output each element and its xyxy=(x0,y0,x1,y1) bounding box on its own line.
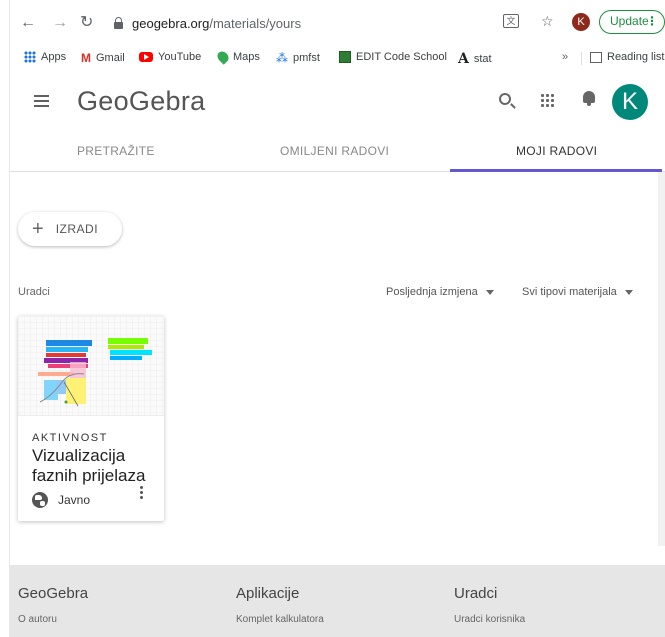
footer-link[interactable]: Komplet kalkulatora xyxy=(236,614,324,625)
maps-icon xyxy=(215,49,231,65)
tab-omiljeni-radovi[interactable]: OMILJENI RADOVI xyxy=(280,144,389,158)
visibility-label: Javno xyxy=(58,493,91,507)
bookmarks-bar: Apps M Gmail YouTube Maps ⁂ pmfst EDIT Cod… xyxy=(0,46,665,70)
globe-icon xyxy=(32,492,48,508)
tab-bar: PRETRAŽITE OMILJENI RADOVI MOJI RADOVI xyxy=(0,132,665,172)
footer-link[interactable]: Uradci korisnika xyxy=(454,614,525,625)
dropdown-arrow-icon xyxy=(624,289,633,295)
footer-title: Uradci xyxy=(454,585,498,602)
bookmark-gmail[interactable]: M Gmail xyxy=(81,51,125,65)
youtube-icon xyxy=(139,52,153,62)
page: ← → ↻ geogebra.org/materials/yours 文 ☆ K… xyxy=(0,0,665,637)
bell-icon[interactable] xyxy=(583,91,595,106)
footer-column-geogebra: GeoGebra O autoru xyxy=(18,585,88,625)
active-tab-indicator xyxy=(450,169,662,172)
material-type-dropdown[interactable]: Svi tipovi materijala xyxy=(522,286,633,298)
browser-toolbar: ← → ↻ geogebra.org/materials/yours 文 ☆ K… xyxy=(0,0,665,46)
gmail-icon: M xyxy=(81,51,91,65)
material-card[interactable]: AKTIVNOST Vizualizacija faznih prijelaza… xyxy=(18,316,164,521)
bookmarks-divider xyxy=(581,52,582,65)
bookmark-maps[interactable]: Maps xyxy=(215,49,260,65)
pmfst-icon: ⁂ xyxy=(276,51,288,65)
footer-title: Aplikacije xyxy=(236,585,300,602)
edit-code-school-icon xyxy=(339,51,351,63)
bookmark-stat[interactable]: Astat xyxy=(458,51,492,67)
material-type: AKTIVNOST xyxy=(32,432,108,444)
footer-column-uradci: Uradci Uradci korisnika xyxy=(454,585,525,625)
footer-column-aplikacije: Aplikacije Komplet kalkulatora xyxy=(236,585,324,625)
reading-list-icon xyxy=(590,51,602,63)
window-edge xyxy=(0,0,10,637)
address-bar[interactable]: geogebra.org/materials/yours xyxy=(100,12,600,38)
thumbnail-preview-image xyxy=(18,316,164,416)
url-text[interactable]: geogebra.org/materials/yours xyxy=(132,16,301,31)
star-icon[interactable]: ☆ xyxy=(541,13,554,30)
search-icon[interactable] xyxy=(499,93,511,105)
sort-dropdown[interactable]: Posljednja izmjena xyxy=(386,286,494,298)
browser-profile-avatar[interactable]: K xyxy=(572,13,590,31)
create-button[interactable]: + IZRADI xyxy=(18,212,122,246)
more-options-icon[interactable] xyxy=(138,486,144,502)
bookmark-edit-code-school[interactable]: EDIT Code School xyxy=(339,51,447,63)
bookmark-apps[interactable]: Apps xyxy=(24,51,66,63)
translate-icon[interactable]: 文 xyxy=(503,14,519,28)
more-vert-icon: ⋮ xyxy=(646,14,658,28)
scrollbar[interactable] xyxy=(658,172,665,546)
back-arrow-icon[interactable]: ← xyxy=(20,15,36,31)
app-header: GeoGebra xyxy=(0,72,665,132)
lock-icon[interactable] xyxy=(114,17,123,29)
user-avatar[interactable]: K xyxy=(612,84,648,120)
footer-title: GeoGebra xyxy=(18,585,89,602)
plus-icon: + xyxy=(32,218,44,240)
bookmark-youtube[interactable]: YouTube xyxy=(139,51,201,63)
material-thumbnail[interactable] xyxy=(18,316,164,416)
material-title[interactable]: Vizualizacija faznih prijelaza xyxy=(32,446,162,486)
reload-icon[interactable]: ↻ xyxy=(80,15,93,31)
section-label: Uradci xyxy=(18,286,50,298)
dropdown-arrow-icon xyxy=(485,289,494,295)
forward-arrow-icon[interactable]: → xyxy=(52,15,68,31)
stat-icon: A xyxy=(458,51,469,67)
apps-icon[interactable] xyxy=(540,93,554,107)
footer-link[interactable]: O autoru xyxy=(18,614,88,625)
bookmark-pmfst[interactable]: ⁂ pmfst xyxy=(276,51,320,65)
tab-moji-radovi[interactable]: MOJI RADOVI xyxy=(516,144,597,158)
reading-list[interactable]: Reading list xyxy=(590,51,664,63)
update-button[interactable]: Update ⋮ xyxy=(599,10,665,34)
footer: GeoGebra O autoru Aplikacije Komplet kal… xyxy=(0,565,665,637)
apps-grid-icon xyxy=(24,51,36,63)
menu-icon[interactable] xyxy=(34,95,49,107)
geogebra-logo[interactable]: GeoGebra xyxy=(77,86,205,117)
bookmarks-overflow[interactable]: » xyxy=(562,51,568,63)
tab-pretrazite[interactable]: PRETRAŽITE xyxy=(77,144,155,158)
